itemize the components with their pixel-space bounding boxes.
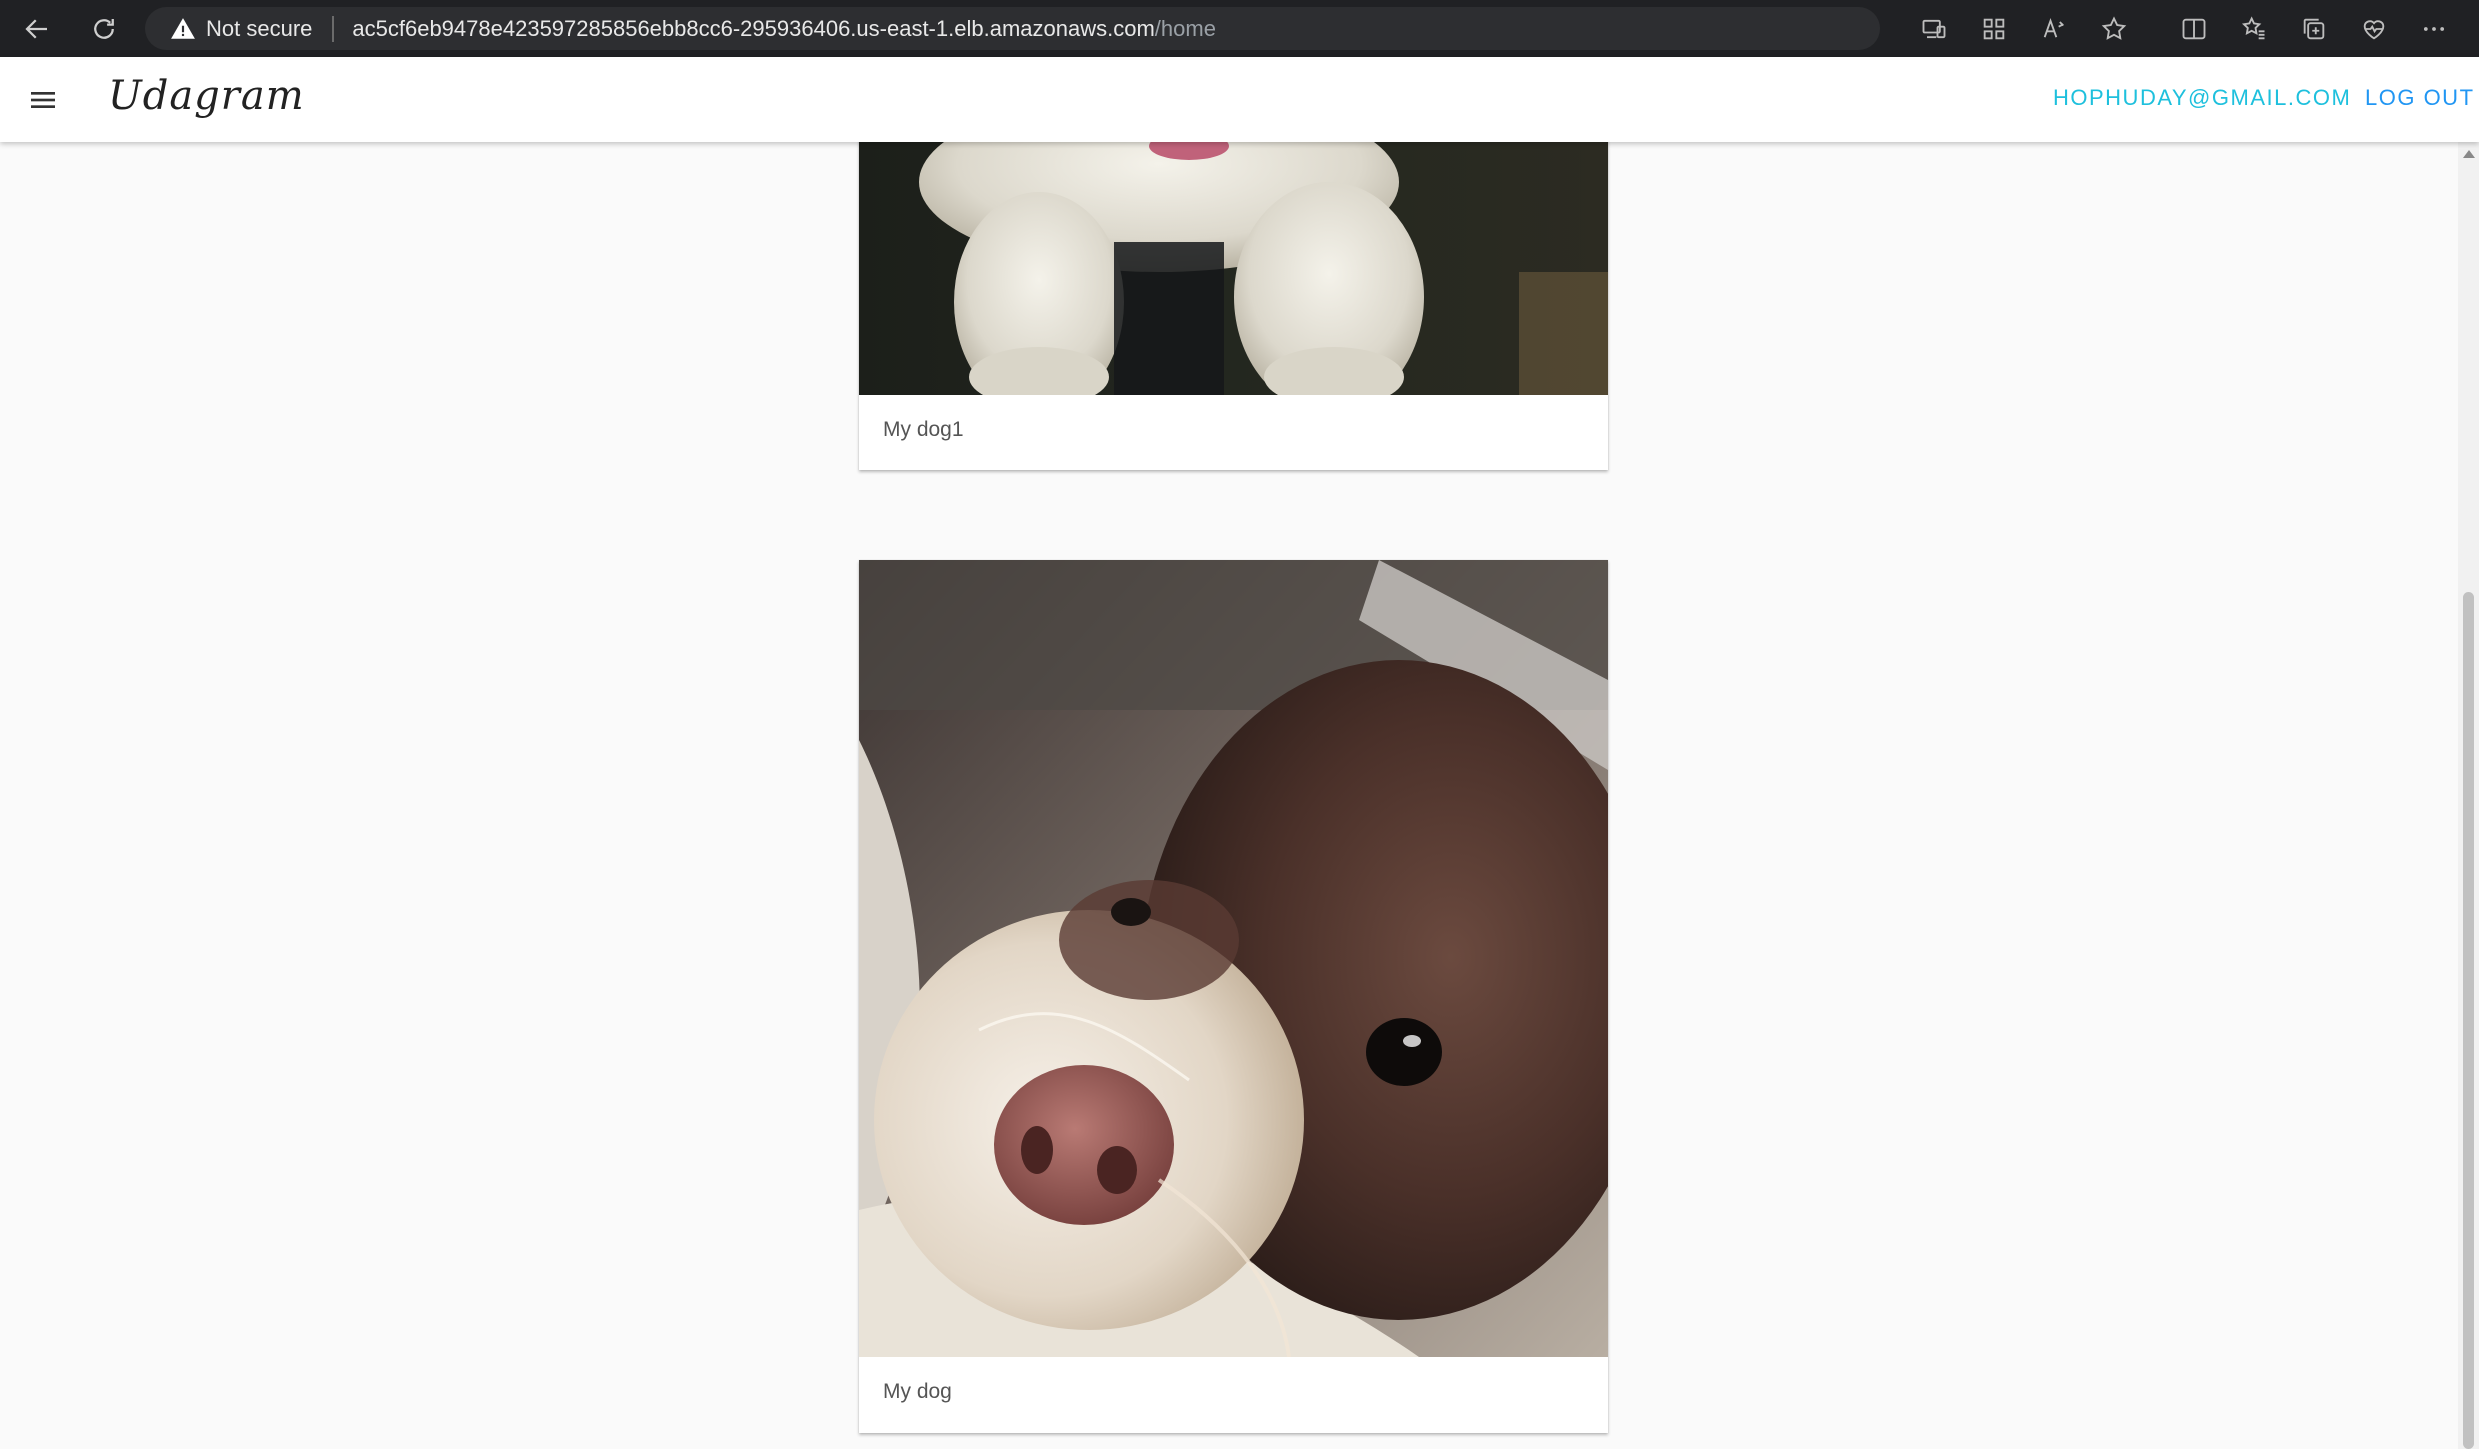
back-icon[interactable] <box>8 0 65 57</box>
browser-toolbar: Not secure ac5cf6eb9478e423597285856ebb8… <box>0 0 2479 57</box>
url-text: ac5cf6eb9478e423597285856ebb8cc6-2959364… <box>352 16 1216 42</box>
feed-item: My dog1 <box>859 142 1608 470</box>
url-host: ac5cf6eb9478e423597285856ebb8cc6-2959364… <box>352 15 1155 41</box>
logout-button[interactable]: LOG OUT <box>2365 85 2475 111</box>
feed-item-photo <box>859 142 1608 395</box>
split-screen-icon[interactable] <box>2164 0 2224 57</box>
warning-icon <box>171 17 195 39</box>
reload-icon[interactable] <box>75 0 132 57</box>
scroll-thumb[interactable] <box>2463 592 2474 1449</box>
address-bar[interactable]: Not secure ac5cf6eb9478e423597285856ebb8… <box>145 7 1880 50</box>
collections-icon[interactable] <box>2284 0 2344 57</box>
feed-item-caption: My dog1 <box>883 418 964 441</box>
security-label: Not secure <box>206 15 313 41</box>
menu-icon[interactable] <box>18 75 68 125</box>
feed: My dog1 My dog <box>0 142 2458 1449</box>
feed-item-caption: My dog <box>883 1380 952 1403</box>
read-aloud-icon[interactable] <box>2024 0 2084 57</box>
browser-essentials-icon[interactable] <box>2344 0 2404 57</box>
qr-code-icon[interactable] <box>1964 0 2024 57</box>
url-path: /home <box>1154 15 1216 41</box>
more-options-icon[interactable] <box>2404 0 2464 57</box>
page-scrollbar[interactable] <box>2458 142 2479 1449</box>
app-toolbar: Udagram HOPHUDAY@GMAIL.COM LOG OUT <box>0 57 2479 142</box>
scroll-up-arrow-icon[interactable] <box>2463 150 2475 158</box>
app-available-icon[interactable] <box>1904 0 1964 57</box>
address-divider <box>332 15 335 42</box>
app-brand[interactable]: Udagram <box>108 73 305 119</box>
feed-item-photo <box>859 560 1608 1357</box>
user-email-link[interactable]: HOPHUDAY@GMAIL.COM <box>2053 85 2351 111</box>
favorites-icon[interactable] <box>2224 0 2284 57</box>
feed-item: My dog <box>859 560 1608 1433</box>
favorite-star-icon[interactable] <box>2084 0 2144 57</box>
